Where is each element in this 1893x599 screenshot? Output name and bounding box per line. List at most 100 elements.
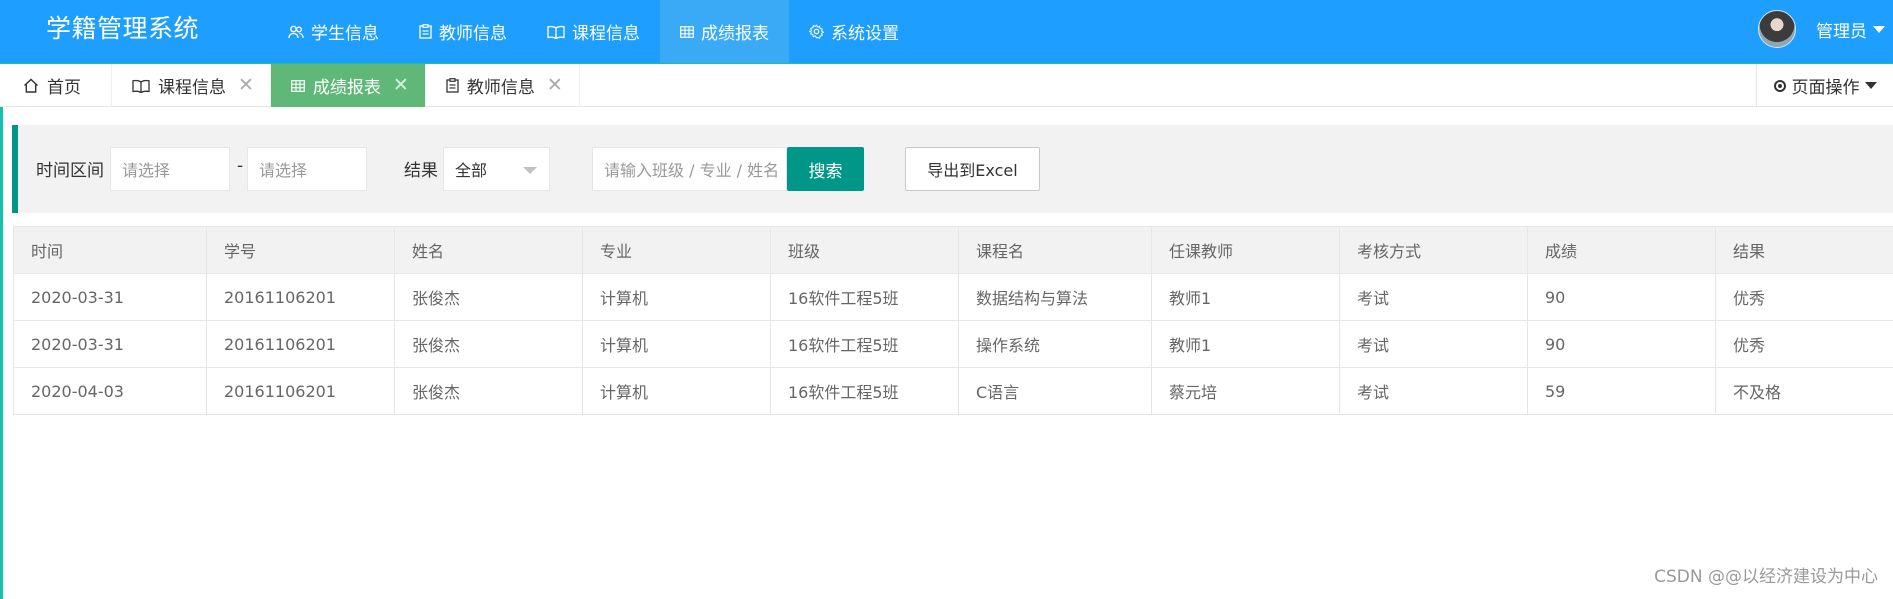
filter-bar: 时间区间 请选择 - 请选择 结果 全部 请输入班级 / 专业 / 姓名 搜索 … — [12, 125, 1893, 213]
table-cell: 20161106201 — [206, 320, 395, 368]
column-header[interactable]: 任课教师 — [1151, 226, 1340, 274]
table-icon — [291, 79, 305, 92]
tab-teachers[interactable]: 教师信息 ✕ — [426, 64, 580, 107]
table-cell: 张俊杰 — [394, 273, 583, 321]
column-header[interactable]: 课程名 — [958, 226, 1152, 274]
table-row[interactable]: 2020-03-31 20161106201 张俊杰 计算机 16软件工程5班 … — [13, 320, 1893, 368]
table-cell: 张俊杰 — [394, 320, 583, 368]
nav-item-courses[interactable]: 课程信息 — [527, 0, 660, 63]
nav-label: 成绩报表 — [701, 24, 769, 44]
clipboard-icon — [446, 78, 459, 93]
column-header[interactable]: 姓名 — [394, 226, 583, 274]
close-icon[interactable]: ✕ — [547, 76, 563, 95]
table-icon — [680, 25, 694, 38]
table-cell: 蔡元培 — [1151, 367, 1340, 415]
result-select-value: 全部 — [455, 161, 488, 180]
chevron-down-icon — [523, 167, 537, 174]
tab-list: 首页 课程信息 ✕ 成绩报表 ✕ 教师信息 ✕ — [3, 64, 580, 107]
column-header[interactable]: 成绩 — [1527, 226, 1716, 274]
time-range-label: 时间区间 — [36, 161, 104, 181]
watermark-text: CSDN @@以经济建设为中心 — [1654, 567, 1878, 587]
page-operations-menu[interactable]: 页面操作 — [1756, 64, 1893, 107]
tab-courses[interactable]: 课程信息 ✕ — [112, 64, 271, 107]
table-cell: 16软件工程5班 — [770, 320, 959, 368]
user-name[interactable]: 管理员 — [1816, 17, 1867, 42]
table-cell: 优秀 — [1715, 273, 1893, 321]
home-icon — [24, 78, 38, 93]
table-cell: 考试 — [1339, 367, 1528, 415]
table-cell: 不及格 — [1715, 367, 1893, 415]
tab-label: 教师信息 — [466, 78, 535, 98]
chevron-down-icon[interactable] — [1873, 25, 1885, 33]
table-cell: 教师1 — [1151, 320, 1340, 368]
table-cell: 计算机 — [582, 273, 771, 321]
tab-home[interactable]: 首页 — [3, 64, 112, 107]
table-cell: 考试 — [1339, 320, 1528, 368]
nav-item-teachers[interactable]: 教师信息 — [399, 0, 527, 63]
table-cell: 张俊杰 — [394, 367, 583, 415]
radio-dot-icon — [1773, 79, 1786, 92]
end-date-input[interactable]: 请选择 — [247, 147, 367, 191]
table-cell: 59 — [1527, 367, 1716, 415]
table-row[interactable]: 2020-04-03 20161106201 张俊杰 计算机 16软件工程5班 … — [13, 367, 1893, 415]
table-cell: 90 — [1527, 273, 1716, 321]
nav-label: 课程信息 — [572, 24, 640, 44]
table-header-row: 时间 学号 姓名 专业 班级 课程名 任课教师 考核方式 成绩 结果 — [13, 226, 1893, 274]
app-title: 学籍管理系统 — [46, 14, 200, 43]
column-header[interactable]: 考核方式 — [1339, 226, 1528, 274]
result-select[interactable]: 全部 — [443, 147, 550, 191]
table-cell: C语言 — [958, 367, 1152, 415]
user-menu[interactable]: 管理员 — [1758, 0, 1893, 58]
column-header[interactable]: 时间 — [13, 226, 207, 274]
book-icon — [547, 25, 565, 39]
tab-label: 首页 — [47, 78, 81, 98]
page-ops-label: 页面操作 — [1791, 78, 1860, 98]
column-header[interactable]: 专业 — [582, 226, 771, 274]
chevron-down-icon — [1864, 82, 1877, 89]
grades-table: 时间 学号 姓名 专业 班级 课程名 任课教师 考核方式 成绩 结果 2020-… — [13, 226, 1893, 415]
table-cell: 16软件工程5班 — [770, 273, 959, 321]
gear-icon — [809, 24, 824, 39]
column-header[interactable]: 学号 — [206, 226, 395, 274]
table-cell: 优秀 — [1715, 320, 1893, 368]
table-cell: 数据结构与算法 — [958, 273, 1152, 321]
result-label: 结果 — [404, 161, 438, 181]
range-separator: - — [237, 156, 244, 176]
search-button[interactable]: 搜索 — [787, 147, 864, 191]
table-cell: 90 — [1527, 320, 1716, 368]
table-row[interactable]: 2020-03-31 20161106201 张俊杰 计算机 16软件工程5班 … — [13, 273, 1893, 321]
tab-bar: 首页 课程信息 ✕ 成绩报表 ✕ 教师信息 ✕ 页面操作 — [0, 64, 1893, 107]
column-header[interactable]: 班级 — [770, 226, 959, 274]
tab-grades[interactable]: 成绩报表 ✕ — [270, 64, 426, 107]
nav-item-grades[interactable]: 成绩报表 — [660, 0, 789, 63]
table-cell: 教师1 — [1151, 273, 1340, 321]
keyword-placeholder: 请输入班级 / 专业 / 姓名 — [604, 161, 780, 180]
nav-item-settings[interactable]: 系统设置 — [789, 0, 919, 63]
table-cell: 16软件工程5班 — [770, 367, 959, 415]
table-cell: 20161106201 — [206, 273, 395, 321]
start-date-placeholder: 请选择 — [122, 161, 171, 180]
table-cell: 操作系统 — [958, 320, 1152, 368]
column-header[interactable]: 结果 — [1715, 226, 1893, 274]
table-cell: 20161106201 — [206, 367, 395, 415]
close-icon[interactable]: ✕ — [238, 76, 254, 95]
table-cell: 2020-03-31 — [13, 273, 207, 321]
export-excel-button[interactable]: 导出到Excel — [905, 147, 1040, 191]
clipboard-icon — [419, 24, 432, 39]
users-icon — [288, 25, 304, 38]
avatar[interactable] — [1758, 10, 1796, 48]
book-icon — [132, 79, 150, 93]
nav-label: 学生信息 — [311, 24, 379, 44]
close-icon[interactable]: ✕ — [393, 76, 409, 95]
tab-label: 成绩报表 — [312, 78, 381, 98]
start-date-input[interactable]: 请选择 — [110, 147, 230, 191]
keyword-search-input[interactable]: 请输入班级 / 专业 / 姓名 — [592, 147, 787, 191]
nav-label: 系统设置 — [831, 24, 899, 44]
nav-item-students[interactable]: 学生信息 — [268, 0, 399, 63]
table-cell: 2020-03-31 — [13, 320, 207, 368]
end-date-placeholder: 请选择 — [259, 161, 308, 180]
table-cell: 计算机 — [582, 367, 771, 415]
table-cell: 2020-04-03 — [13, 367, 207, 415]
left-accent-bar — [0, 64, 3, 599]
tab-label: 课程信息 — [158, 78, 226, 98]
